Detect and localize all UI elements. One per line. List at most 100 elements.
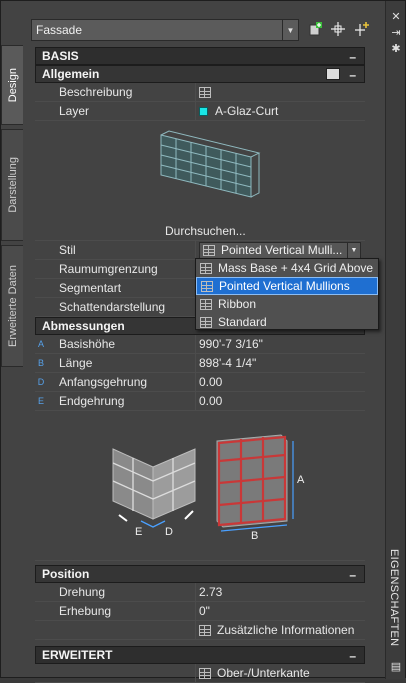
row-value[interactable]: 898'-4 1/4" [197,356,365,370]
collapse-icon[interactable]: – [349,568,356,582]
row-label: Länge [59,356,93,370]
select-objects-icon[interactable] [329,20,347,38]
row-value[interactable]: 0.00 [197,375,365,389]
dimension-marker: D [37,377,45,387]
style-option-selected[interactable]: Pointed Vertical Mullions [196,277,378,295]
curtain-wall-thumbnail [160,130,261,198]
row-ober-unterkante[interactable]: Ober-/Unterkante [35,664,365,683]
tab-design[interactable]: Design [1,45,23,125]
style-option[interactable]: Mass Base + 4x4 Grid Above [196,259,378,277]
row-label: Drehung [59,585,106,599]
dimension-marker: E [37,396,44,406]
style-select[interactable]: Pointed Vertical Mulli... ▼ [199,241,361,259]
section-allgemein-title: Allgemein [42,67,100,81]
section-allgemein[interactable]: Allgemein – [35,65,365,83]
style-select-value: Pointed Vertical Mulli... [221,243,343,257]
browse-link[interactable]: Durchsuchen... [165,224,246,238]
diagram-label-a: A [297,474,305,486]
section-position-title: Position [42,567,90,581]
style-option-label: Ribbon [218,297,257,311]
style-option-label: Pointed Vertical Mullions [219,279,350,293]
quick-select-icon[interactable] [307,20,325,38]
section-basis-title: BASIS [42,49,79,63]
chevron-down-icon[interactable]: ▼ [282,20,298,40]
row-label: Beschreibung [59,85,133,99]
row-label: Schattendarstellung [59,300,166,314]
layer-color-swatch [199,106,208,116]
row-label: Basishöhe [59,337,116,351]
row-laenge[interactable]: B Länge 898'-4 1/4" [35,354,365,373]
additional-info-button[interactable]: Zusätzliche Informationen [197,623,365,637]
row-value[interactable]: 990'-7 3/16" [197,337,365,351]
row-label: Raumumgrenzung [59,262,158,276]
tab-erweiterte-daten[interactable]: Erweiterte Daten [1,245,23,367]
row-value[interactable]: 0.00 [197,394,365,408]
description-icon[interactable] [199,86,211,98]
style-preview[interactable]: Durchsuchen... [35,121,365,241]
toggle-pickadd-icon[interactable] [353,20,371,38]
dimension-marker: B [37,358,44,368]
section-basis[interactable]: BASIS – [35,47,365,65]
row-value[interactable]: 2.73 [197,585,365,599]
auto-hide-icon[interactable]: ⇥ [390,27,402,39]
wall-dimension-diagram: A B [216,434,305,541]
row-label: Layer [59,104,90,118]
dimension-marker: A [37,339,44,349]
collapse-icon[interactable]: – [349,50,356,64]
row-zusaetzliche-informationen[interactable]: Zusätzliche Informationen [35,621,365,640]
style-icon [201,280,213,292]
row-drehung[interactable]: Drehung 2.73 [35,583,365,602]
row-value[interactable]: 0" [197,604,365,618]
row-endgehrung[interactable]: E Endgehrung 0.00 [35,392,365,411]
tab-erweiterte-daten-label: Erweiterte Daten [6,265,19,347]
object-type-value: Fassade [36,23,83,37]
tab-design-label: Design [6,67,19,103]
collapse-icon[interactable]: – [349,649,356,663]
row-label: Erhebung [59,604,112,618]
object-type-combo[interactable]: Fassade ▼ [31,19,299,41]
palette-title: EIGENSCHAFTEN [388,549,400,647]
chevron-down-icon[interactable]: ▼ [347,242,360,258]
collapse-icon[interactable]: – [349,68,356,82]
layer-key-icon[interactable] [326,68,340,80]
close-icon[interactable]: ✕ [390,11,402,23]
tab-darstellung[interactable]: Darstellung [1,129,23,241]
properties-palette: Design Darstellung Erweiterte Daten ✕ ⇥ … [0,0,406,683]
dimensions-diagram: E D A B [35,411,365,561]
row-label: Stil [59,243,76,257]
row-layer[interactable]: Layer A-Glaz-Curt [35,102,365,121]
section-abmessungen-title: Abmessungen [42,319,125,333]
palette-settings-icon[interactable]: ✱ [390,43,402,55]
edit-icon [199,667,211,679]
row-value: A-Glaz-Curt [215,104,279,118]
diagram-label-d: D [165,526,173,537]
row-basishoehe[interactable]: A Basishöhe 990'-7 3/16" [35,335,365,354]
row-label: Endgehrung [59,394,125,408]
info-icon [199,624,211,636]
palette-title-strip: ✕ ⇥ ✱ EIGENSCHAFTEN ▤ [385,1,405,679]
style-option-label: Mass Base + 4x4 Grid Above [218,261,374,275]
tab-darstellung-label: Darstellung [6,157,19,213]
diagram-label-b: B [251,530,258,541]
row-label: Anfangsgehrung [59,375,148,389]
row-beschreibung[interactable]: Beschreibung [35,83,365,102]
row-erhebung[interactable]: Erhebung 0" [35,602,365,621]
style-icon [200,298,212,310]
style-option[interactable]: Standard [196,313,378,331]
style-icon [200,262,212,274]
diagram-label-e: E [135,526,142,537]
style-icon [203,244,215,256]
style-option-label: Standard [218,315,267,329]
style-option[interactable]: Ribbon [196,295,378,313]
section-erweitert-title: ERWEITERT [42,648,113,662]
palette-menu-icon[interactable]: ▤ [390,661,402,673]
row-label: Segmentart [59,281,122,295]
section-position[interactable]: Position – [35,565,365,583]
properties-grid: BASIS – Allgemein – Beschreibung Layer A… [35,47,365,683]
section-erweitert[interactable]: ERWEITERT – [35,646,365,664]
additional-info-label: Zusätzliche Informationen [217,623,355,637]
style-dropdown-list: Mass Base + 4x4 Grid Above Pointed Verti… [195,258,379,330]
style-icon [200,316,212,328]
row-anfangsgehrung[interactable]: D Anfangsgehrung 0.00 [35,373,365,392]
miter-diagram: E D [112,448,196,537]
